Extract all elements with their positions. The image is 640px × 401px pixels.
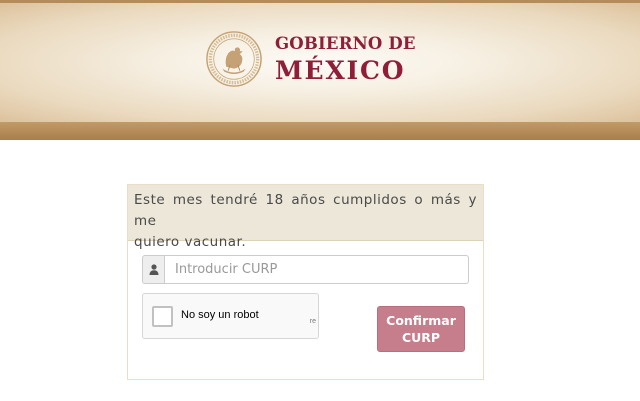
recaptcha-label: No soy un robot (181, 309, 259, 321)
coat-of-arms-seal-icon (206, 31, 262, 87)
logo-line-gobierno: GOBIERNO DE (275, 34, 416, 53)
vaccination-registration-card: Este mes tendré 18 años cumplidos o más … (127, 184, 484, 380)
logo-line-mexico: MÉXICO (275, 55, 406, 85)
page-header: GOBIERNO DE MÉXICO (0, 0, 640, 122)
curp-input[interactable] (164, 255, 469, 284)
confirm-curp-button[interactable]: Confirmar CURP (377, 306, 465, 352)
header-divider-bar (0, 122, 640, 140)
card-heading-line1: Este mes tendré 18 años cumplidos o más … (134, 192, 477, 229)
card-heading: Este mes tendré 18 años cumplidos o más … (128, 185, 483, 250)
recaptcha-logo-icon: re (309, 318, 316, 325)
curp-input-group (142, 255, 469, 284)
logo-wordmark: GOBIERNO DE MÉXICO (275, 34, 416, 85)
recaptcha-widget: No soy un robot re (142, 293, 319, 339)
user-icon (142, 255, 164, 284)
card-heading-line2: quiero vacunar. (134, 234, 247, 250)
gobierno-de-mexico-logo[interactable]: GOBIERNO DE MÉXICO (205, 30, 416, 92)
recaptcha-checkbox[interactable] (152, 306, 173, 327)
